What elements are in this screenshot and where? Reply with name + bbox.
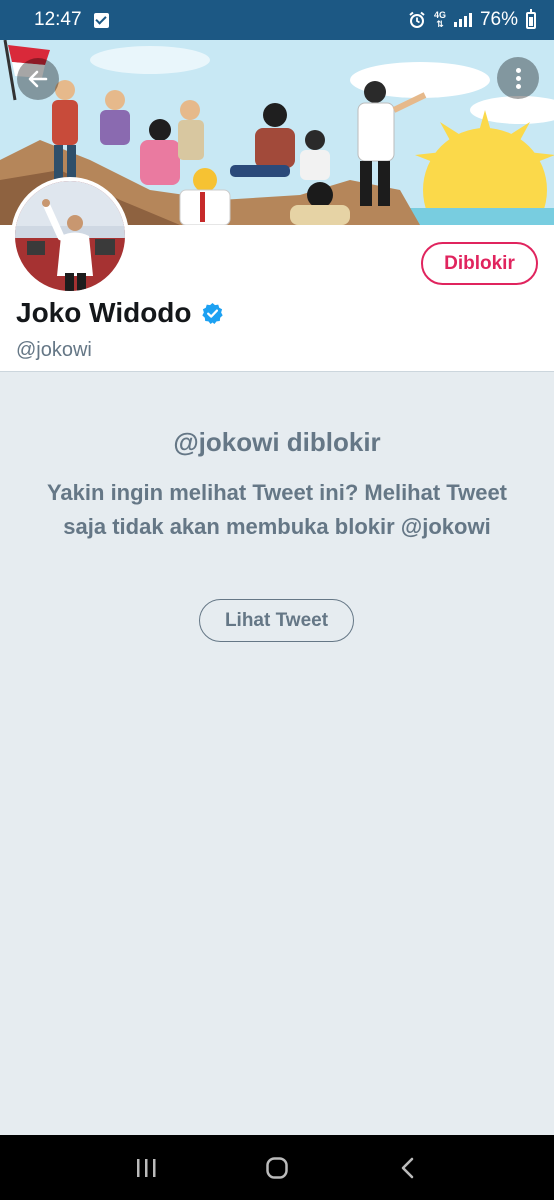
verified-badge-icon — [201, 302, 223, 324]
more-vertical-icon — [515, 67, 521, 89]
avatar[interactable] — [11, 177, 129, 295]
signal-icon — [453, 13, 472, 27]
network-type: 4G ⇅ — [433, 10, 446, 29]
blocked-notice: @jokowi diblokir Yakin ingin melihat Twe… — [30, 425, 524, 544]
nav-back-button[interactable] — [378, 1148, 438, 1188]
alarm-icon — [409, 11, 425, 28]
nav-back-icon — [402, 1157, 414, 1178]
back-button[interactable] — [17, 58, 59, 100]
home-button[interactable] — [247, 1148, 307, 1188]
system-nav-bar — [0, 1135, 554, 1200]
status-time: 12:47 — [34, 9, 82, 30]
blocked-button[interactable]: Diblokir — [421, 242, 538, 285]
arrow-left-icon — [28, 70, 48, 88]
notification-check-icon — [93, 12, 109, 28]
profile-name-row: Joko Widodo — [16, 297, 224, 329]
profile-name: Joko Widodo — [16, 297, 192, 328]
recent-apps-icon — [136, 1158, 156, 1177]
more-options-button[interactable] — [497, 57, 539, 99]
profile-handle: @jokowi — [16, 339, 92, 361]
view-tweets-button[interactable]: Lihat Tweet — [199, 599, 354, 642]
status-bar: 12:47 4G ⇅ 76% — [0, 0, 554, 40]
blocked-notice-body: Yakin ingin melihat Tweet ini? Melihat T… — [46, 480, 508, 539]
battery-percent: 76% — [479, 9, 518, 30]
recent-apps-button[interactable] — [116, 1148, 176, 1188]
battery-icon — [526, 8, 536, 29]
screen: 12:47 4G ⇅ 76% Diblokir Joko Widodo @jok… — [0, 0, 554, 1200]
avatar-photo — [15, 181, 125, 291]
home-icon — [266, 1156, 288, 1179]
blocked-notice-title: @jokowi diblokir — [173, 427, 381, 457]
